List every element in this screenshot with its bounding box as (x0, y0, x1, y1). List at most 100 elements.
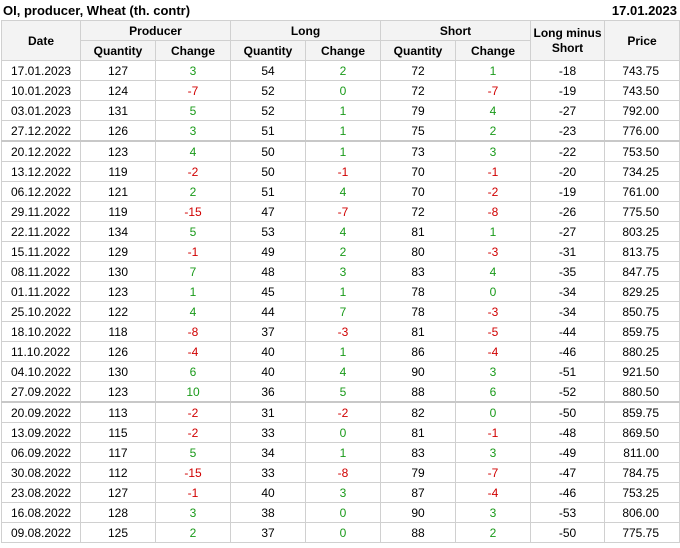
cell-date: 01.11.2022 (1, 281, 81, 302)
cell-short-change: 1 (455, 60, 532, 81)
table-row: 11.10.2022 126 -4 40 1 86 -4 -46 880.25 (1, 341, 680, 362)
cell-long-minus-short: -22 (530, 140, 606, 162)
cell-long-quantity: 40 (230, 482, 306, 503)
cell-long-minus-short: -31 (530, 241, 606, 262)
cell-long-quantity: 44 (230, 301, 306, 322)
header-price: Price (604, 20, 680, 61)
cell-price: 850.75 (604, 301, 680, 322)
cell-long-minus-short: -46 (530, 341, 606, 362)
cell-producer-change: 5 (155, 221, 231, 242)
cell-long-quantity: 52 (230, 80, 306, 101)
cell-price: 813.75 (604, 241, 680, 262)
cell-long-minus-short: -23 (530, 120, 606, 142)
cell-short-change: -8 (455, 201, 532, 222)
cell-date: 18.10.2022 (1, 321, 81, 342)
cell-short-change: -4 (455, 482, 532, 503)
cell-short-quantity: 81 (380, 221, 457, 242)
cell-price: 859.75 (604, 321, 680, 342)
cell-long-quantity: 37 (230, 522, 306, 543)
cell-producer-quantity: 115 (80, 422, 156, 443)
cell-producer-quantity: 134 (80, 221, 156, 242)
cell-long-minus-short: -19 (530, 80, 606, 101)
table-row: 20.12.2022 123 4 50 1 73 3 -22 753.50 (1, 140, 680, 162)
cell-producer-change: 3 (155, 60, 231, 81)
cell-long-minus-short: -52 (530, 381, 606, 403)
cell-long-quantity: 51 (230, 120, 306, 142)
cell-long-quantity: 31 (230, 401, 306, 423)
cell-long-minus-short: -35 (530, 261, 606, 282)
cell-date: 11.10.2022 (1, 341, 81, 362)
cell-long-quantity: 52 (230, 100, 306, 121)
cell-short-quantity: 70 (380, 181, 457, 202)
cell-long-change: 2 (304, 60, 382, 81)
cell-price: 869.50 (604, 422, 680, 443)
table-row: 10.01.2023 124 -7 52 0 72 -7 -19 743.50 (1, 80, 680, 101)
cell-producer-change: -2 (155, 161, 231, 182)
table-row: 09.08.2022 125 2 37 0 88 2 -50 775.75 (1, 522, 680, 543)
cell-date: 20.09.2022 (1, 401, 81, 423)
table-row: 18.10.2022 118 -8 37 -3 81 -5 -44 859.75 (1, 321, 680, 342)
cell-price: 803.25 (604, 221, 680, 242)
cell-producer-quantity: 119 (80, 201, 156, 222)
cell-producer-change: -4 (155, 341, 231, 362)
cell-date: 25.10.2022 (1, 301, 81, 322)
cell-long-change: 4 (304, 361, 382, 382)
cell-date: 22.11.2022 (1, 221, 81, 242)
cell-short-change: 4 (455, 261, 532, 282)
cell-short-quantity: 88 (380, 381, 457, 403)
cell-short-change: -3 (455, 301, 532, 322)
cell-price: 829.25 (604, 281, 680, 302)
cell-producer-change: -2 (155, 401, 231, 423)
cell-producer-quantity: 128 (80, 502, 156, 523)
cell-producer-change: -1 (155, 241, 231, 262)
cell-long-quantity: 50 (230, 161, 306, 182)
table-row: 23.08.2022 127 -1 40 3 87 -4 -46 753.25 (1, 482, 680, 503)
cell-long-quantity: 53 (230, 221, 306, 242)
cell-short-quantity: 72 (380, 80, 457, 101)
cell-long-minus-short: -34 (530, 281, 606, 302)
header-producer-quantity: Quantity (80, 40, 156, 61)
cell-producer-quantity: 124 (80, 80, 156, 101)
cell-price: 775.50 (604, 201, 680, 222)
cell-short-change: 3 (455, 140, 532, 162)
header-short-quantity: Quantity (380, 40, 457, 61)
cell-short-change: 3 (455, 442, 532, 463)
cell-price: 806.00 (604, 502, 680, 523)
cell-short-change: 6 (455, 381, 532, 403)
cell-short-change: 3 (455, 361, 532, 382)
cell-short-change: 2 (455, 522, 532, 543)
table-row: 06.09.2022 117 5 34 1 83 3 -49 811.00 (1, 442, 680, 463)
cell-long-change: -2 (304, 401, 382, 423)
cell-short-quantity: 88 (380, 522, 457, 543)
cell-long-quantity: 54 (230, 60, 306, 81)
cell-long-minus-short: -50 (530, 522, 606, 543)
cell-date: 17.01.2023 (1, 60, 81, 81)
cell-long-minus-short: -27 (530, 221, 606, 242)
header-long-change: Change (304, 40, 382, 61)
cell-producer-change: 10 (155, 381, 231, 403)
cell-long-change: 0 (304, 522, 382, 543)
cell-long-quantity: 51 (230, 181, 306, 202)
cell-date: 27.12.2022 (1, 120, 81, 142)
header-long-quantity: Quantity (230, 40, 306, 61)
table-row: 08.11.2022 130 7 48 3 83 4 -35 847.75 (1, 261, 680, 282)
cell-date: 20.12.2022 (1, 140, 81, 162)
header-producer-change: Change (155, 40, 231, 61)
cell-long-change: 1 (304, 140, 382, 162)
cell-short-change: 0 (455, 281, 532, 302)
cell-short-quantity: 70 (380, 161, 457, 182)
cell-long-quantity: 37 (230, 321, 306, 342)
cell-producer-change: -8 (155, 321, 231, 342)
cell-date: 16.08.2022 (1, 502, 81, 523)
cell-producer-change: 5 (155, 442, 231, 463)
cell-long-minus-short: -34 (530, 301, 606, 322)
cell-short-change: 0 (455, 401, 532, 423)
cell-short-quantity: 79 (380, 462, 457, 483)
cell-date: 08.11.2022 (1, 261, 81, 282)
oi-table: Date Producer Long Short Long minus Shor… (1, 20, 680, 543)
cell-producer-change: -7 (155, 80, 231, 101)
cell-producer-change: -2 (155, 422, 231, 443)
cell-producer-quantity: 122 (80, 301, 156, 322)
cell-producer-change: -15 (155, 462, 231, 483)
table-row: 27.09.2022 123 10 36 5 88 6 -52 880.50 (1, 381, 680, 403)
